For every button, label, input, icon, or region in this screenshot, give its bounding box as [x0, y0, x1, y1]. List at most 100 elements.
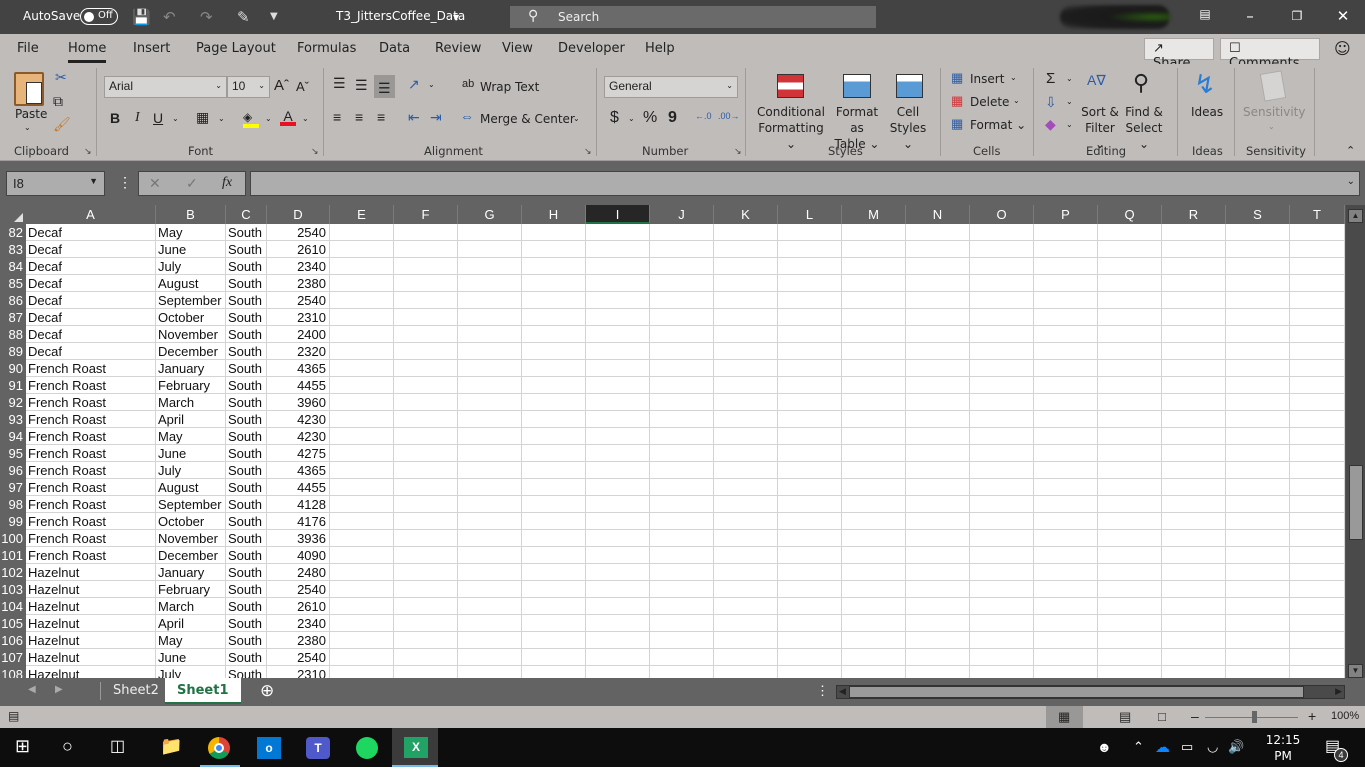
cell-m[interactable] [842, 275, 906, 292]
cell-p[interactable] [1034, 309, 1098, 326]
cell-n[interactable] [906, 615, 970, 632]
tab-help[interactable]: Help [645, 41, 675, 56]
cell-p[interactable] [1034, 377, 1098, 394]
conditional-formatting-button[interactable]: Conditional Formatting ⌄ [756, 104, 826, 152]
cell-g[interactable] [458, 530, 522, 547]
currency-button[interactable]: $ [610, 109, 619, 127]
cell-e[interactable] [330, 462, 394, 479]
cell-i[interactable] [586, 581, 650, 598]
cell-f[interactable] [394, 513, 458, 530]
sheet-tab-sheet1[interactable]: Sheet1 [165, 678, 241, 704]
font-color-dropdown-icon[interactable]: ⌄ [302, 114, 309, 123]
cell-m[interactable] [842, 343, 906, 360]
cell-o[interactable] [970, 581, 1034, 598]
cell-k[interactable] [714, 547, 778, 564]
cell-i[interactable] [586, 377, 650, 394]
cell-k[interactable] [714, 649, 778, 666]
cell-k[interactable] [714, 564, 778, 581]
cell-r[interactable] [1162, 496, 1226, 513]
tab-page-layout[interactable]: Page Layout [196, 41, 276, 56]
cell-b[interactable]: September [156, 292, 226, 309]
cell-l[interactable] [778, 360, 842, 377]
cell-i[interactable] [586, 462, 650, 479]
currency-dropdown-icon[interactable]: ⌄ [628, 114, 635, 123]
cell-c[interactable]: South [226, 479, 267, 496]
cell-f[interactable] [394, 530, 458, 547]
cell-i[interactable] [586, 241, 650, 258]
cell-a[interactable]: French Roast [26, 547, 156, 564]
cell-n[interactable] [906, 377, 970, 394]
cell-t[interactable] [1290, 411, 1345, 428]
cell-q[interactable] [1098, 377, 1162, 394]
cell-g[interactable] [458, 598, 522, 615]
cell-q[interactable] [1098, 530, 1162, 547]
number-launcher-icon[interactable]: ↘ [734, 146, 742, 157]
cell-j[interactable] [650, 649, 714, 666]
cell-i[interactable] [586, 649, 650, 666]
onedrive-icon[interactable]: ☁ [1155, 738, 1170, 756]
cell-e[interactable] [330, 530, 394, 547]
cell-a[interactable]: Decaf [26, 241, 156, 258]
merge-center-button[interactable]: Merge & Center [480, 111, 575, 127]
cell-j[interactable] [650, 513, 714, 530]
cell-g[interactable] [458, 258, 522, 275]
cell-k[interactable] [714, 462, 778, 479]
font-name-select[interactable]: Arial ⌄ [104, 76, 227, 98]
cell-m[interactable] [842, 615, 906, 632]
cell-r[interactable] [1162, 343, 1226, 360]
middle-align-icon[interactable]: ☰ [355, 77, 368, 94]
cell-p[interactable] [1034, 632, 1098, 649]
cell-i[interactable] [586, 615, 650, 632]
cell-m[interactable] [842, 377, 906, 394]
cell-p[interactable] [1034, 666, 1098, 678]
cell-i[interactable] [586, 428, 650, 445]
feedback-smiley-icon[interactable]: ☺ [1334, 39, 1351, 58]
paste-icon[interactable] [14, 72, 44, 106]
cell-l[interactable] [778, 598, 842, 615]
cell-c[interactable]: South [226, 598, 267, 615]
cell-n[interactable] [906, 479, 970, 496]
cell-q[interactable] [1098, 224, 1162, 241]
vertical-scrollbar[interactable]: ▲ ▼ [1345, 205, 1365, 678]
cell-b[interactable]: June [156, 649, 226, 666]
cell-s[interactable] [1226, 343, 1290, 360]
cell-c[interactable]: South [226, 309, 267, 326]
cell-b[interactable]: November [156, 326, 226, 343]
orientation-dropdown-icon[interactable]: ⌄ [428, 80, 435, 89]
cell-p[interactable] [1034, 513, 1098, 530]
cell-i[interactable] [586, 258, 650, 275]
cell-d[interactable]: 4455 [267, 377, 330, 394]
cell-f[interactable] [394, 343, 458, 360]
cell-q[interactable] [1098, 241, 1162, 258]
cell-r[interactable] [1162, 530, 1226, 547]
row-header[interactable]: 98 [0, 496, 26, 513]
cell-m[interactable] [842, 547, 906, 564]
worksheet-grid[interactable]: 82 Decaf May South 2540 83 Decaf June South 2610 8… [0, 224, 1345, 678]
cell-j[interactable] [650, 547, 714, 564]
cell-c[interactable]: South [226, 530, 267, 547]
cell-j[interactable] [650, 275, 714, 292]
cell-g[interactable] [458, 632, 522, 649]
cell-h[interactable] [522, 360, 586, 377]
row-header[interactable]: 94 [0, 428, 26, 445]
cell-a[interactable]: Hazelnut [26, 615, 156, 632]
column-header-d[interactable]: D [267, 205, 330, 224]
cell-o[interactable] [970, 530, 1034, 547]
page-break-view-icon[interactable]: □ [1158, 709, 1166, 724]
clipboard-launcher-icon[interactable]: ↘ [84, 146, 92, 157]
cell-j[interactable] [650, 360, 714, 377]
align-center-icon[interactable]: ≡ [355, 109, 363, 125]
cell-o[interactable] [970, 258, 1034, 275]
cell-r[interactable] [1162, 445, 1226, 462]
cell-t[interactable] [1290, 428, 1345, 445]
cell-l[interactable] [778, 462, 842, 479]
cell-m[interactable] [842, 564, 906, 581]
cell-a[interactable]: French Roast [26, 496, 156, 513]
font-size-select[interactable]: 10 ⌄ [227, 76, 270, 98]
column-header-a[interactable]: A [26, 205, 156, 224]
system-clock[interactable]: 12:15 PM 2/15/2020 [1256, 732, 1318, 780]
cell-g[interactable] [458, 224, 522, 241]
column-header-l[interactable]: L [778, 205, 842, 224]
cell-d[interactable]: 2610 [267, 598, 330, 615]
cell-n[interactable] [906, 428, 970, 445]
